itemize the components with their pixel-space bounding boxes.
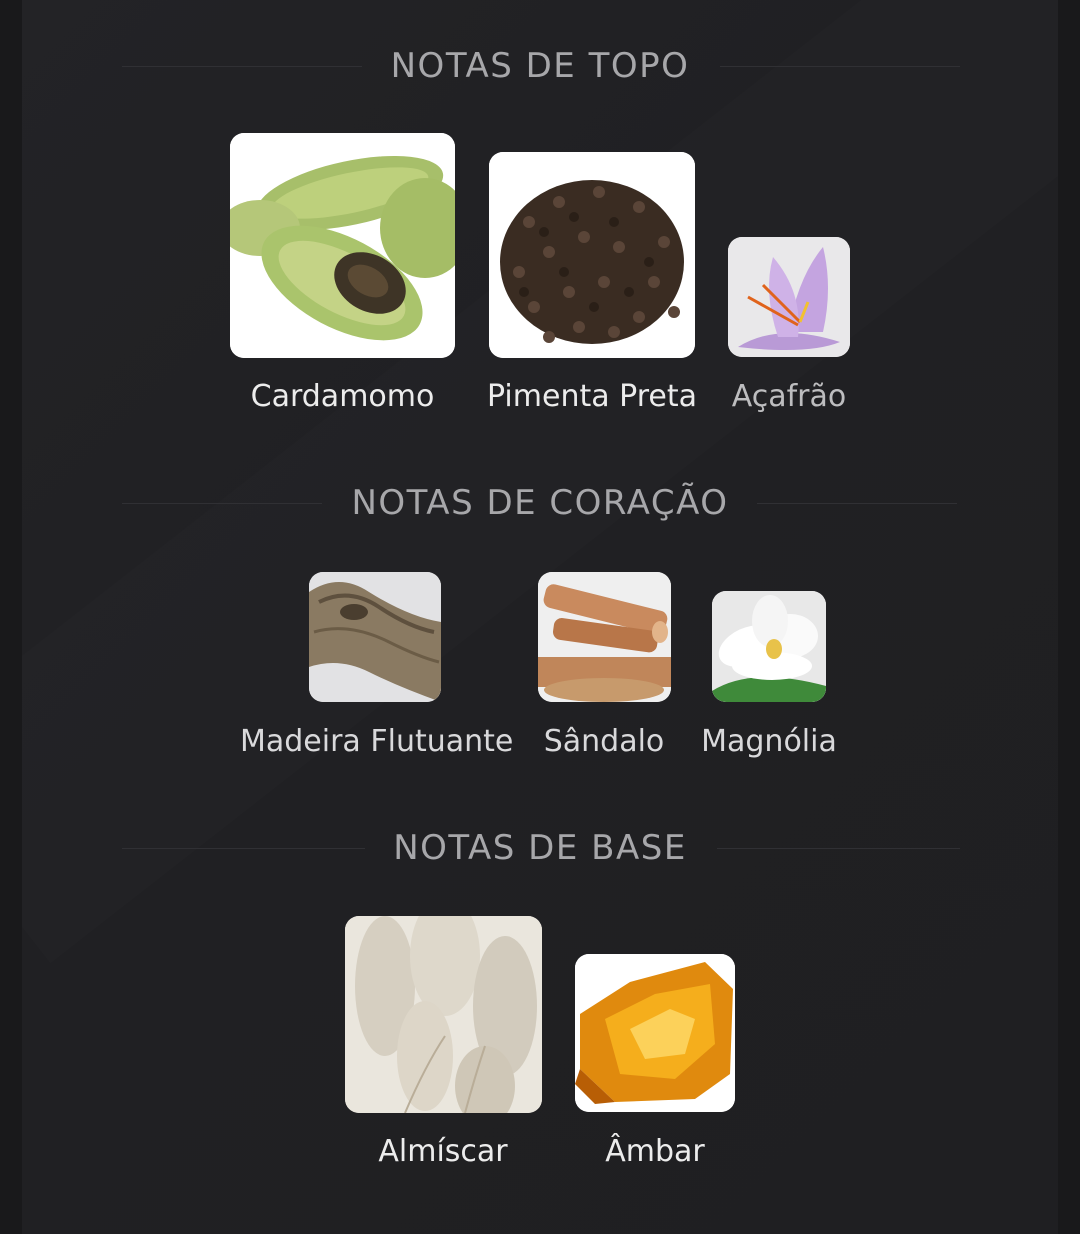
note-label: Pimenta Preta: [487, 379, 697, 414]
driftwood-image: [309, 572, 441, 702]
amber-image: [575, 954, 735, 1112]
saffron-image: [728, 237, 850, 357]
note-label: Magnólia: [701, 724, 837, 759]
musk-image: [345, 916, 542, 1113]
section-title: NOTAS DE BASE: [393, 828, 687, 868]
note-label: Almíscar: [378, 1134, 508, 1169]
heart-notes-heading: NOTAS DE CORAÇÃO: [22, 473, 1058, 533]
magnolia-image: [712, 591, 826, 702]
section-title: NOTAS DE CORAÇÃO: [351, 483, 729, 523]
note-label: Madeira Flutuante: [240, 724, 514, 759]
black-pepper-image: [489, 152, 695, 358]
top-notes-heading: NOTAS DE TOPO: [22, 36, 1058, 96]
sandalwood-image: [538, 572, 671, 702]
section-title: NOTAS DE TOPO: [390, 46, 690, 86]
note-label: Açafrão: [731, 379, 847, 414]
note-label: Sândalo: [543, 724, 665, 759]
base-notes-heading: NOTAS DE BASE: [22, 818, 1058, 878]
cardamom-image: [230, 133, 455, 358]
note-label: Âmbar: [605, 1134, 705, 1169]
note-label: Cardamomo: [250, 379, 435, 414]
notes-panel: NOTAS DE TOPO Cardamomo Pimenta Preta Aç…: [22, 0, 1058, 1234]
